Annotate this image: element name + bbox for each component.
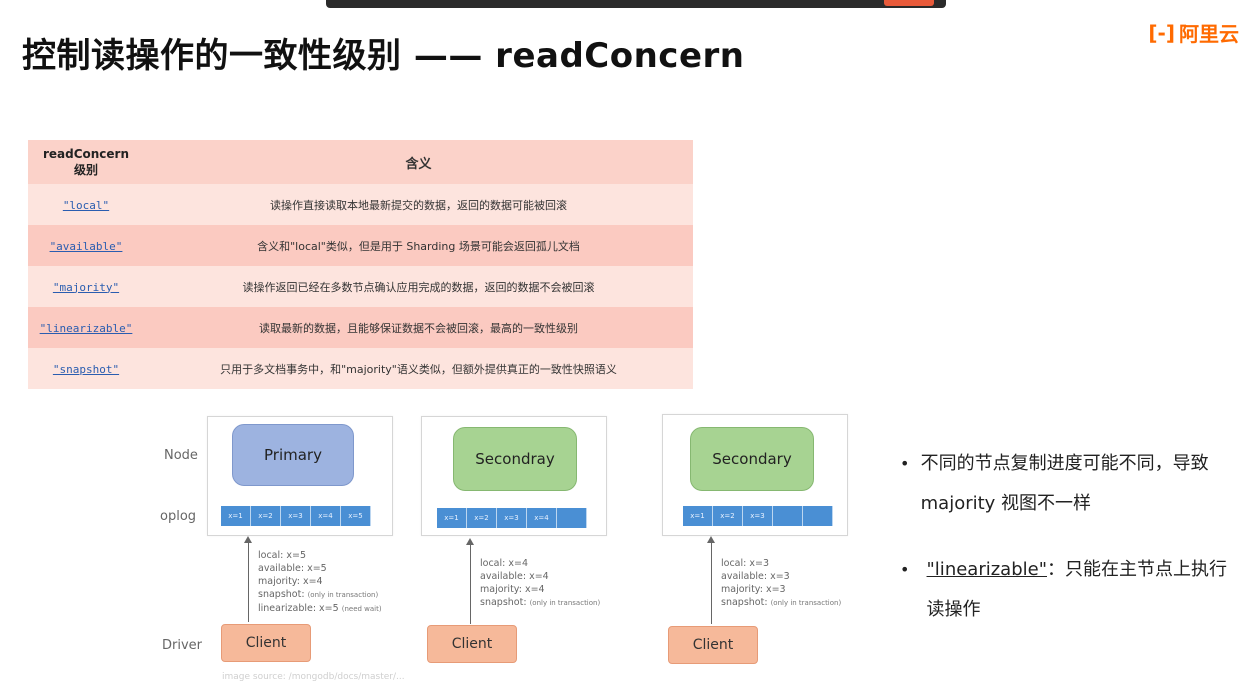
secondary-oplog: x=1 x=2 x=3 x=4 [437,508,587,528]
bullet-dot-icon: • [900,560,910,579]
table-row: "local" 读操作直接读取本地最新提交的数据，返回的数据可能被回滚 [28,184,693,225]
oplog-entry: x=2 [713,506,743,526]
readconcern-link[interactable]: "linearizable" [40,322,133,335]
table-cell-desc: 含义和"local"类似，但是用于 Sharding 场景可能会返回孤儿文档 [257,239,580,253]
oplog-entry: x=3 [281,506,311,526]
bullet-dot-icon: • [900,454,910,473]
aliyun-logo-text: 阿里云 [1179,22,1239,46]
readconcern-link[interactable]: "local" [63,199,109,212]
oplog-entry: x=2 [467,508,497,528]
oplog-label: oplog [160,509,197,524]
table-row: "snapshot" 只用于多文档事务中，和"majority"语义类似，但额外… [28,348,693,389]
header-meaning: 含义 [405,156,432,172]
oplog-entry: x=3 [497,508,527,528]
oplog-entry [557,508,587,528]
linearizable-term: "linearizable" [926,559,1047,580]
oplog-entry: x=1 [221,506,251,526]
readconcern-link[interactable]: "available" [50,240,123,253]
image-caption: image source: /mongodb/docs/master/... [222,672,405,682]
primary-node: Primary [232,424,354,486]
table-cell-desc: 只用于多文档事务中，和"majority"语义类似，但额外提供真正的一致性快照语… [220,362,617,376]
oplog-entry: x=2 [251,506,281,526]
readconcern-table: readConcern 级别 含义 "local" 读操作直接读取本地最新提交的… [28,140,693,389]
bullet-item: • "linearizable"：只能在主节点上执行读操作 [900,550,1240,630]
secondary-read-results: local: x=3 available: x=3 majority: x=3 … [721,558,842,608]
read-arrow [244,536,252,622]
oplog-entry: x=4 [311,506,341,526]
table-cell-desc: 读操作直接读取本地最新提交的数据，返回的数据可能被回滚 [270,198,567,212]
table-cell-desc: 读操作返回已经在多数节点确认应用完成的数据，返回的数据不会被回滚 [242,280,595,294]
client-box: Client [221,624,311,662]
slide-title: 控制读操作的一致性级别 —— readConcern [22,36,745,76]
secondary-oplog: x=1 x=2 x=3 [683,506,833,526]
driver-label: Driver [162,638,203,653]
top-bar-button[interactable] [884,0,934,6]
primary-oplog: x=1 x=2 x=3 x=4 x=5 [221,506,371,526]
read-arrow [466,538,474,624]
primary-read-results: local: x=5 available: x=5 majority: x=4 … [258,550,382,614]
table-row: "available" 含义和"local"类似，但是用于 Sharding 场… [28,225,693,266]
table-cell-desc: 读取最新的数据，且能够保证数据不会被回滚，最高的一致性级别 [259,321,578,335]
table-header-row: readConcern 级别 含义 [28,140,693,184]
oplog-entry: x=3 [743,506,773,526]
oplog-entry: x=4 [527,508,557,528]
oplog-entry [803,506,833,526]
table-row: "linearizable" 读取最新的数据，且能够保证数据不会被回滚，最高的一… [28,307,693,348]
aliyun-logo: [-] 阿里云 [1148,18,1239,47]
table-row: "majority" 读操作返回已经在多数节点确认应用完成的数据，返回的数据不会… [28,266,693,307]
oplog-entry [773,506,803,526]
bullet-item: • 不同的节点复制进度可能不同，导致 majority 视图不一样 [900,444,1240,524]
aliyun-logo-icon: [-] [1148,20,1175,45]
secondary-read-results: local: x=4 available: x=4 majority: x=4 … [480,558,601,608]
window-top-bar [326,0,946,8]
secondary-node: Secondary [690,427,814,491]
bullet-list: • 不同的节点复制进度可能不同，导致 majority 视图不一样 • "lin… [900,444,1240,656]
node-label: Node [164,448,198,463]
client-box: Client [427,625,517,663]
oplog-entry: x=1 [683,506,713,526]
read-arrow [707,536,715,624]
client-box: Client [668,626,758,664]
oplog-entry: x=1 [437,508,467,528]
readconcern-link[interactable]: "majority" [53,281,119,294]
secondary-node: Secondray [453,427,577,491]
readconcern-link[interactable]: "snapshot" [53,363,119,376]
oplog-entry: x=5 [341,506,371,526]
header-level: readConcern 级别 [42,147,130,177]
